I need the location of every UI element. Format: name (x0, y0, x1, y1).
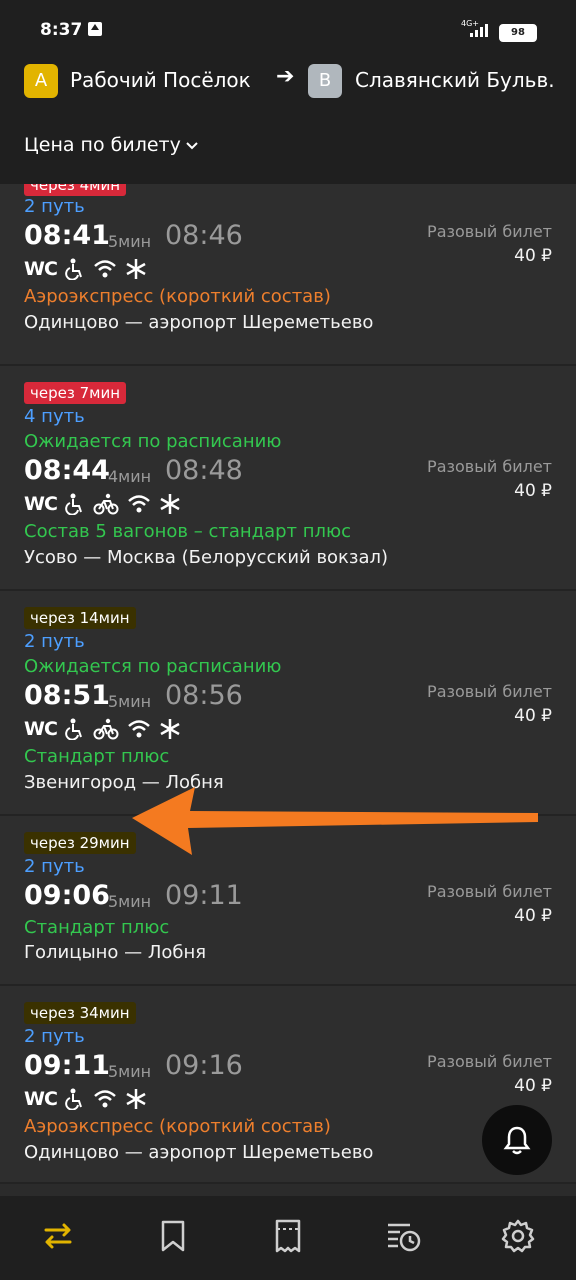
ticket-type: Разовый билет (427, 457, 552, 476)
bicycle-icon (93, 718, 119, 740)
ticket-icon[interactable] (270, 1218, 306, 1254)
ticket-price: 40 ₽ (514, 246, 552, 266)
arrival-time: 09:16 (165, 1050, 243, 1081)
train-type: Аэроэкспресс (короткий состав) (24, 286, 331, 307)
eta-badge: через 34мин (24, 1002, 136, 1024)
travel-duration: 5мин (108, 232, 152, 251)
travel-duration: 5мин (108, 692, 152, 711)
wheelchair-icon (65, 258, 82, 280)
status-bar: 8:37 4G+ 98 (0, 0, 576, 48)
amenities: WC (24, 1086, 147, 1112)
arrival-time: 08:48 (165, 455, 243, 486)
wifi-icon (94, 1090, 116, 1108)
train-card[interactable]: через 7мин 4 путь Ожидается по расписани… (0, 366, 576, 591)
settings-icon[interactable] (500, 1218, 536, 1254)
snowflake-icon (126, 259, 146, 279)
platform: 2 путь (24, 196, 85, 217)
train-card[interactable]: через 4мин 2 путь 08:41 5мин 08:46 WC Аэ… (0, 184, 576, 366)
wc-icon: WC (24, 1088, 58, 1110)
platform: 2 путь (24, 631, 85, 652)
signal-icon (470, 23, 492, 37)
routes-icon[interactable] (40, 1218, 76, 1254)
departure-time: 08:41 (24, 220, 110, 251)
train-type: Состав 5 вагонов – стандарт плюс (24, 521, 352, 542)
bicycle-icon (93, 493, 119, 515)
ticket-price: 40 ₽ (514, 481, 552, 501)
wifi-icon (94, 260, 116, 278)
notification-button[interactable] (482, 1105, 552, 1175)
train-route: Одинцово — аэропорт Шереметьево (24, 1142, 374, 1163)
snowflake-icon (126, 1089, 146, 1109)
route-header: A Рабочий Посёлок ➔ B Славянский Бульв..… (0, 48, 576, 184)
ticket-price: 40 ₽ (514, 706, 552, 726)
eta-badge: через 29мин (24, 832, 136, 854)
departure-time: 09:11 (24, 1050, 110, 1081)
wc-icon: WC (24, 493, 58, 515)
upload-icon (88, 22, 102, 36)
ticket-type: Разовый билет (427, 682, 552, 701)
train-list[interactable]: через 4мин 2 путь 08:41 5мин 08:46 WC Аэ… (0, 184, 576, 1196)
wifi-icon (128, 720, 150, 738)
train-route: Голицыно — Лобня (24, 942, 207, 963)
ticket-type: Разовый билет (427, 222, 552, 241)
snowflake-icon (160, 719, 180, 739)
bell-icon (503, 1126, 531, 1155)
travel-duration: 4мин (108, 467, 152, 486)
arrival-time: 08:46 (165, 220, 243, 251)
train-type: Стандарт плюс (24, 746, 170, 767)
travel-duration: 5мин (108, 1062, 152, 1081)
wc-icon: WC (24, 718, 58, 740)
train-route: Звенигород — Лобня (24, 772, 224, 793)
price-filter-dropdown[interactable]: Цена по билету (24, 134, 181, 156)
wheelchair-icon (65, 493, 82, 515)
amenities: WC (24, 491, 181, 517)
swap-arrow-icon[interactable]: ➔ (276, 64, 294, 89)
ticket-type: Разовый билет (427, 882, 552, 901)
wc-icon: WC (24, 258, 58, 280)
ticket-type: Разовый билет (427, 1052, 552, 1071)
from-station[interactable]: Рабочий Посёлок (70, 68, 251, 92)
eta-badge: через 14мин (24, 607, 136, 629)
eta-badge: через 7мин (24, 382, 126, 404)
wheelchair-icon (65, 1088, 82, 1110)
status-time: 8:37 (40, 20, 83, 40)
train-card[interactable]: через 14мин 2 путь Ожидается по расписан… (0, 591, 576, 816)
schedule-status: Ожидается по расписанию (24, 656, 282, 677)
train-type: Стандарт плюс (24, 917, 170, 938)
platform: 4 путь (24, 406, 85, 427)
bookmark-icon[interactable] (155, 1218, 191, 1254)
bottom-navigation (0, 1196, 576, 1280)
to-station-badge: B (308, 64, 342, 98)
history-icon[interactable] (386, 1218, 422, 1254)
departure-time: 08:51 (24, 680, 110, 711)
platform: 2 путь (24, 856, 85, 877)
battery-icon: 98 (499, 24, 537, 42)
train-route: Усово — Москва (Белорусский вокзал) (24, 547, 389, 568)
schedule-status: Ожидается по расписанию (24, 431, 282, 452)
departure-time: 09:06 (24, 880, 110, 911)
ticket-price: 40 ₽ (514, 1076, 552, 1096)
eta-badge: через 4мин (24, 184, 126, 196)
train-card[interactable]: через 29мин 2 путь 09:06 5мин 09:11 Стан… (0, 816, 576, 986)
arrival-time: 09:11 (165, 880, 243, 911)
chevron-down-icon[interactable] (184, 138, 200, 154)
train-type: Аэроэкспресс (короткий состав) (24, 1116, 331, 1137)
amenities: WC (24, 716, 181, 742)
wheelchair-icon (65, 718, 82, 740)
train-route: Одинцово — аэропорт Шереметьево (24, 312, 374, 333)
amenities: WC (24, 256, 147, 282)
arrival-time: 08:56 (165, 680, 243, 711)
wifi-icon (128, 495, 150, 513)
departure-time: 08:44 (24, 455, 110, 486)
from-station-badge: A (24, 64, 58, 98)
travel-duration: 5мин (108, 892, 152, 911)
snowflake-icon (160, 494, 180, 514)
to-station[interactable]: Славянский Бульв... (355, 68, 555, 92)
platform: 2 путь (24, 1026, 85, 1047)
ticket-price: 40 ₽ (514, 906, 552, 926)
